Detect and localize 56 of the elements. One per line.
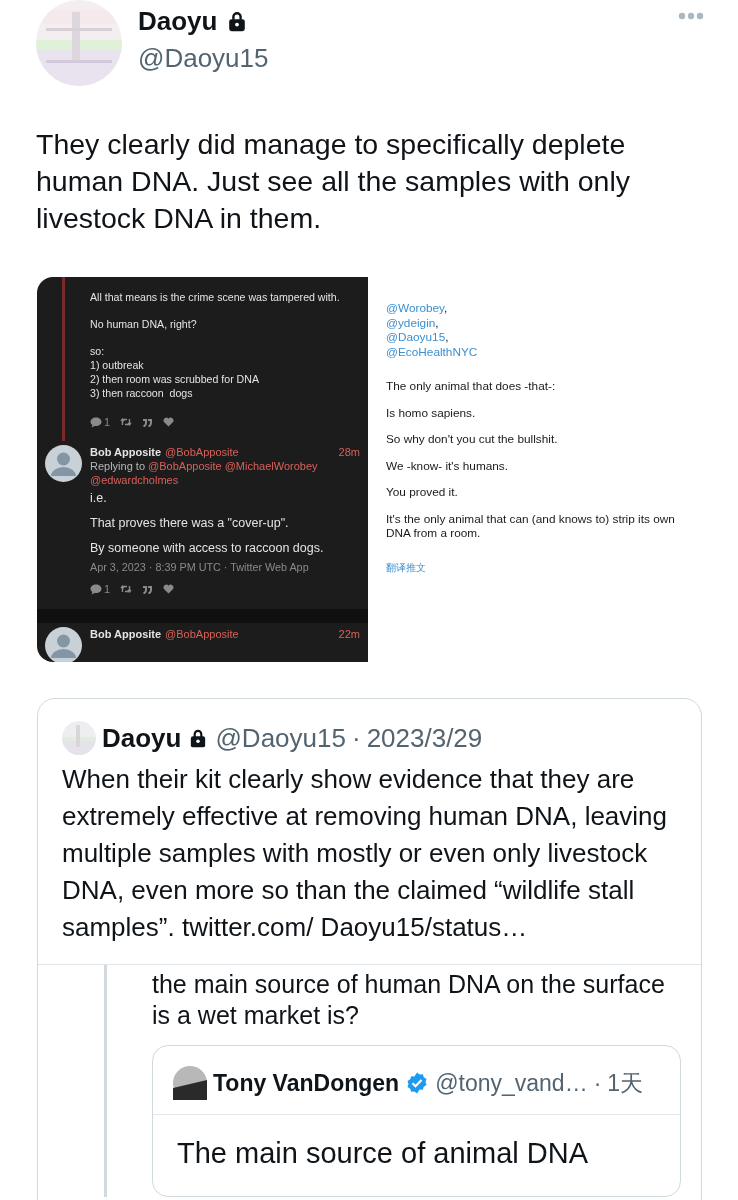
tweet-text: So why don't you cut the bullshit. [386, 432, 559, 447]
avatar-icon [45, 445, 82, 482]
heart-icon [163, 584, 175, 594]
reply-time: 22m [338, 627, 360, 641]
separator-dot: · [593, 1069, 602, 1097]
reply-icon [90, 416, 102, 428]
tweet-text: You proved it. [386, 485, 459, 500]
tweet-text: the main source of human DNA on the surface is a wet market is? [152, 969, 666, 1031]
quote-icon [142, 417, 154, 427]
reply-text: That proves there was a "cover-up". [90, 516, 290, 531]
avatar-icon [45, 627, 82, 662]
mention-link[interactable]: @EcoHealthNYC [386, 344, 478, 359]
mention-link[interactable]: @edwardcholmes [90, 474, 179, 486]
author-handle: @Daoyu15 [138, 42, 269, 74]
reply-time: 28m [338, 445, 360, 459]
author-name: Daoyu [138, 6, 218, 36]
action-count: 1 [104, 583, 111, 595]
comma: , [445, 330, 449, 344]
mention-link[interactable]: @MichaelWorobey [224, 460, 318, 472]
quote-icon [142, 584, 154, 594]
tweet-text: The only animal that does -that-: [386, 379, 557, 394]
replying-to-text: Replying to @BobApposite @MichaelWorobey @edwardcholmes [90, 459, 319, 487]
tweet-text: It's the only animal that can (and knows to) strip its own DNA from a room. [386, 511, 676, 541]
reply-icon [90, 583, 102, 595]
tweet-text: Is homo sapiens. [386, 405, 477, 420]
quoted-tweet-text: The main source of animal DNA [177, 1137, 589, 1169]
author-name: Tony VanDongen [213, 1069, 400, 1097]
tweet-date: 1天 [607, 1068, 644, 1098]
retweet-icon [120, 584, 133, 594]
tweet-text: We -know- it's humans. [386, 458, 509, 473]
author-handle: @Daoyu15 [215, 722, 346, 754]
translate-link[interactable]: 翻译推文 [386, 560, 426, 574]
author-handle: @tony_vand… [435, 1069, 588, 1097]
separator-dot: · [351, 722, 361, 754]
reply-text: No human DNA, right? [90, 317, 198, 331]
reply-handle: @BobApposite [165, 627, 239, 641]
comma: , [444, 301, 448, 315]
author-name: Daoyu [102, 722, 182, 754]
reply-author: Bob Apposite [90, 627, 162, 641]
reply-handle: @BobApposite [165, 445, 239, 459]
reply-text: i.e. [90, 491, 108, 506]
reply-author: Bob Apposite [90, 445, 162, 459]
retweet-icon [120, 417, 133, 427]
reply-text: so: 1) outbreak 2) then room was scrubbed for DNA 3) then raccoon dogs [90, 344, 260, 400]
more-options-icon[interactable] [678, 12, 704, 20]
tweet-date: 2023/3/29 [366, 722, 483, 754]
quoted-tweet-text: When their kit clearly show evidence that they are extremely effective at removing human DNA, leaving multiple samples with mostly or even only livestock DNA, even more so than the claimed “wildlife stall samples”. twitter.com/ Daoyu15/status… [62, 763, 669, 944]
reply-text: All that means is the crime scene was tampered with. [90, 290, 341, 304]
timestamp: Apr 3, 2023 · 8:39 PM UTC · Twitter Web App [90, 561, 310, 573]
heart-icon [163, 417, 175, 427]
action-count: 1 [104, 415, 111, 429]
tweet-text: They clearly did manage to specifically deplete human DNA. Just see all the samples with only livestock DNA in them. [36, 127, 632, 236]
avatar-icon [173, 1066, 207, 1100]
reply-text: By someone with access to raccoon dogs. [90, 541, 325, 556]
mention-link[interactable]: @BobApposite [148, 460, 222, 472]
comma: , [435, 315, 439, 330]
